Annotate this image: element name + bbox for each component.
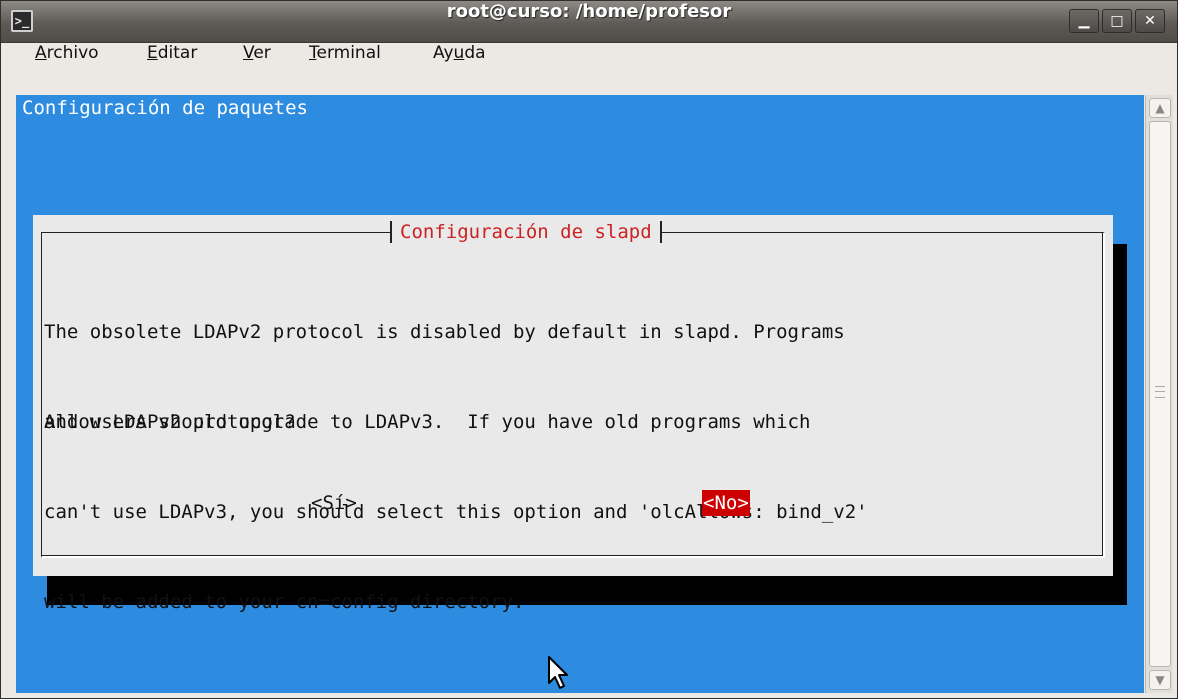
close-button[interactable]: ✕ <box>1135 9 1165 33</box>
menu-ver[interactable]: Ver <box>243 43 271 91</box>
message-line: The obsolete LDAPv2 protocol is disabled… <box>44 321 845 343</box>
message-line: will be added to your cn=config director… <box>44 591 525 613</box>
scroll-down-arrow-icon[interactable]: ▼ <box>1149 670 1171 690</box>
terminal-window: >_ root@curso: /home/profesor ▁ □ ✕ Arch… <box>0 0 1178 699</box>
vertical-scrollbar[interactable]: ▲ ▼ <box>1145 95 1173 693</box>
menu-mnemonic: V <box>243 43 254 63</box>
terminal-area[interactable]: Configuración de paquetes Configuración … <box>16 95 1144 693</box>
grip-icon <box>1155 386 1165 398</box>
dialog-question: Allow LDAPv2 protocol? <box>44 411 296 433</box>
maximize-button[interactable]: □ <box>1102 9 1132 33</box>
menu-label: rchivo <box>46 43 99 63</box>
menu-bar: Archivo Editar Ver Terminal Ayuda <box>1 43 1177 91</box>
menu-label: ditar <box>157 43 198 63</box>
dialog-title: Configuración de slapd <box>390 217 662 247</box>
mouse-pointer-icon <box>548 656 568 689</box>
menu-ayuda[interactable]: Ayuda <box>433 43 486 91</box>
menu-mnemonic: T <box>309 43 317 63</box>
menu-archivo[interactable]: Archivo <box>35 43 99 91</box>
menu-mnemonic: u <box>453 43 465 63</box>
yes-button[interactable]: <Sí> <box>310 490 358 516</box>
window-title: root@curso: /home/profesor <box>446 1 732 22</box>
menu-label: er <box>253 43 271 63</box>
menu-editar[interactable]: Editar <box>147 43 197 91</box>
menu-mnemonic: E <box>147 43 158 63</box>
minimize-button[interactable]: ▁ <box>1069 9 1099 33</box>
message-line: can't use LDAPv3, you should select this… <box>44 501 868 523</box>
menu-label: Ay <box>433 43 454 63</box>
dialog-message: The obsolete LDAPv2 protocol is disabled… <box>44 257 1104 677</box>
package-config-header: Configuración de paquetes <box>22 97 308 119</box>
scrollbar-thumb[interactable] <box>1149 121 1171 667</box>
menu-label: da <box>464 43 486 63</box>
title-bar[interactable]: >_ root@curso: /home/profesor ▁ □ ✕ <box>1 1 1177 43</box>
menu-terminal[interactable]: Terminal <box>309 43 381 91</box>
menu-mnemonic: A <box>35 43 47 63</box>
menu-label: erminal <box>316 43 381 63</box>
scroll-up-arrow-icon[interactable]: ▲ <box>1149 98 1171 118</box>
no-button[interactable]: <No> <box>702 490 750 516</box>
